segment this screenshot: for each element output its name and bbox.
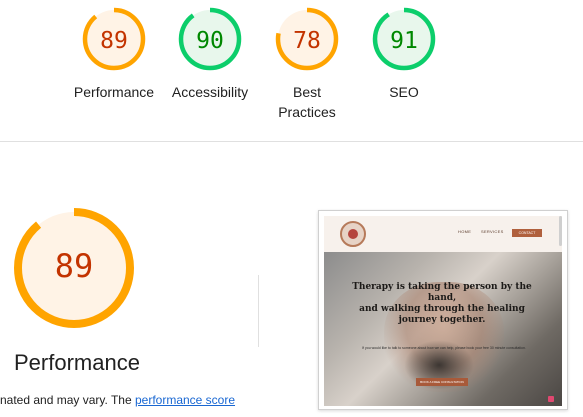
hero-subtext: If you would like to talk to someone abo… xyxy=(362,346,526,350)
seo-gauge-ring: 91 xyxy=(372,7,436,71)
performance-big-gauge: 89 xyxy=(14,208,134,328)
accessibility-label: Accessibility xyxy=(171,84,249,100)
performance-title: Performance xyxy=(14,350,140,375)
screenshot-page: HOME SERVICES CONTACT Therapy is taking … xyxy=(324,216,562,406)
hero-heading: Therapy is taking the person by the hand… xyxy=(342,282,542,326)
final-screenshot[interactable]: HOME SERVICES CONTACT Therapy is taking … xyxy=(318,210,568,410)
hero-heading-line1: Therapy is taking the person by the hand… xyxy=(352,282,532,303)
performance-description-text: nated and may vary. The xyxy=(0,393,135,407)
best-practices-label-line1: Best xyxy=(292,84,321,100)
chat-badge-icon xyxy=(548,396,554,402)
performance-description: nated and may vary. The performance scor… xyxy=(0,392,235,408)
seo-score: 91 xyxy=(390,28,418,54)
vertical-divider xyxy=(258,275,259,347)
performance-score-link[interactable]: performance score xyxy=(135,393,235,407)
gauge-performance[interactable]: 89 Performance xyxy=(70,6,158,102)
best-practices-label-line2: Practices xyxy=(278,104,336,120)
accessibility-score: 90 xyxy=(196,28,224,54)
site-header: HOME SERVICES CONTACT xyxy=(324,216,562,252)
nav-services: SERVICES xyxy=(481,229,504,234)
performance-label: Performance xyxy=(73,84,155,100)
gauge-accessibility[interactable]: 90 Accessibility xyxy=(166,6,254,102)
gauge-seo[interactable]: 91 SEO xyxy=(360,6,448,102)
site-logo-icon xyxy=(340,221,366,247)
hero-cta-button: BOOK A FREE CONSULTATION xyxy=(416,378,468,386)
gauge-best-practices[interactable]: 78 Best Practices xyxy=(263,6,351,122)
hero-heading-line3: journey together. xyxy=(398,315,486,325)
accessibility-gauge-ring: 90 xyxy=(178,7,242,71)
screenshot-scrollbar xyxy=(559,216,562,246)
hero-image: Therapy is taking the person by the hand… xyxy=(324,252,562,406)
best-practices-gauge-ring: 78 xyxy=(275,7,339,71)
best-practices-score: 78 xyxy=(293,28,321,54)
performance-score: 89 xyxy=(100,28,128,54)
performance-big-score: 89 xyxy=(55,247,94,285)
section-divider xyxy=(0,141,583,142)
nav-contact-button: CONTACT xyxy=(512,229,542,237)
nav-home: HOME xyxy=(458,229,472,234)
seo-label: SEO xyxy=(389,84,419,100)
hero-heading-line2: and walking through the healing xyxy=(359,304,525,314)
performance-gauge-ring: 89 xyxy=(82,7,146,71)
